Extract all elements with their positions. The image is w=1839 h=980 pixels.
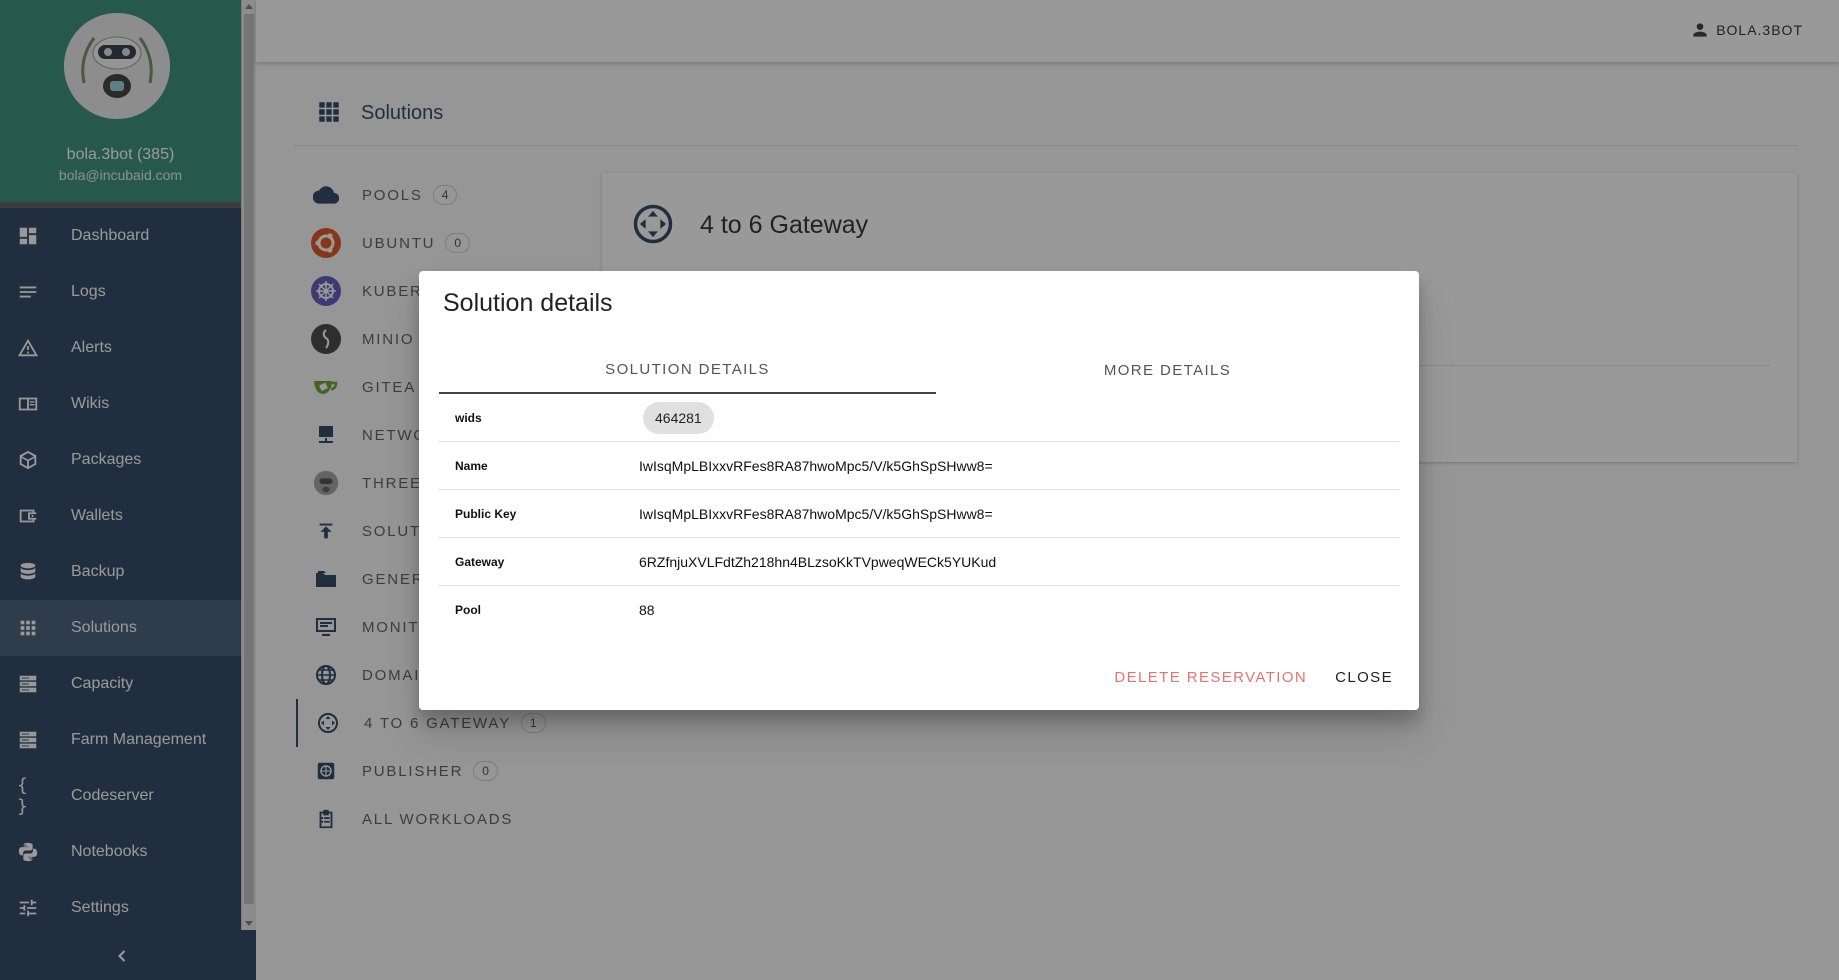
wid-chip[interactable]: 464281 bbox=[643, 401, 714, 434]
row-label: Pool bbox=[455, 603, 481, 617]
row-label: Public Key bbox=[455, 506, 517, 521]
table-row: wids 464281 bbox=[439, 394, 1399, 442]
row-label: Name bbox=[455, 458, 488, 473]
dialog-title: Solution details bbox=[443, 289, 613, 317]
details-table: wids 464281 Name IwIsqMpLBIxxvRFes8RA87h… bbox=[439, 394, 1399, 634]
table-row: Gateway 6RZfnjuXVLFdtZh218hn4BLzsoKkTVpw… bbox=[439, 538, 1399, 586]
row-value: IwIsqMpLBIxxvRFes8RA87hwoMpc5/V/k5GhSpSH… bbox=[639, 505, 993, 522]
row-value: 464281 bbox=[639, 401, 714, 434]
dialog-tabs: SOLUTION DETAILS MORE DETAILS bbox=[439, 346, 1399, 394]
row-value: IwIsqMpLBIxxvRFes8RA87hwoMpc5/V/k5GhSpSH… bbox=[639, 457, 993, 474]
tab-more-details[interactable]: MORE DETAILS bbox=[919, 346, 1416, 394]
close-button[interactable]: CLOSE bbox=[1325, 661, 1403, 694]
solution-details-dialog: Solution details SOLUTION DETAILS MORE D… bbox=[419, 271, 1419, 710]
row-value: 88 bbox=[639, 602, 655, 618]
delete-reservation-button[interactable]: DELETE RESERVATION bbox=[1104, 661, 1317, 694]
table-row: Public Key IwIsqMpLBIxxvRFes8RA87hwoMpc5… bbox=[439, 490, 1399, 538]
row-label: Gateway bbox=[455, 554, 505, 569]
tab-solution-details[interactable]: SOLUTION DETAILS bbox=[439, 346, 936, 394]
row-value: 6RZfnjuXVLFdtZh218hn4BLzsoKkTVpweqWECk5Y… bbox=[639, 553, 997, 570]
table-row: Name IwIsqMpLBIxxvRFes8RA87hwoMpc5/V/k5G… bbox=[439, 442, 1399, 490]
table-row: Pool 88 bbox=[439, 586, 1399, 634]
dialog-actions: DELETE RESERVATION CLOSE bbox=[1104, 661, 1403, 694]
row-label: wids bbox=[455, 410, 482, 425]
